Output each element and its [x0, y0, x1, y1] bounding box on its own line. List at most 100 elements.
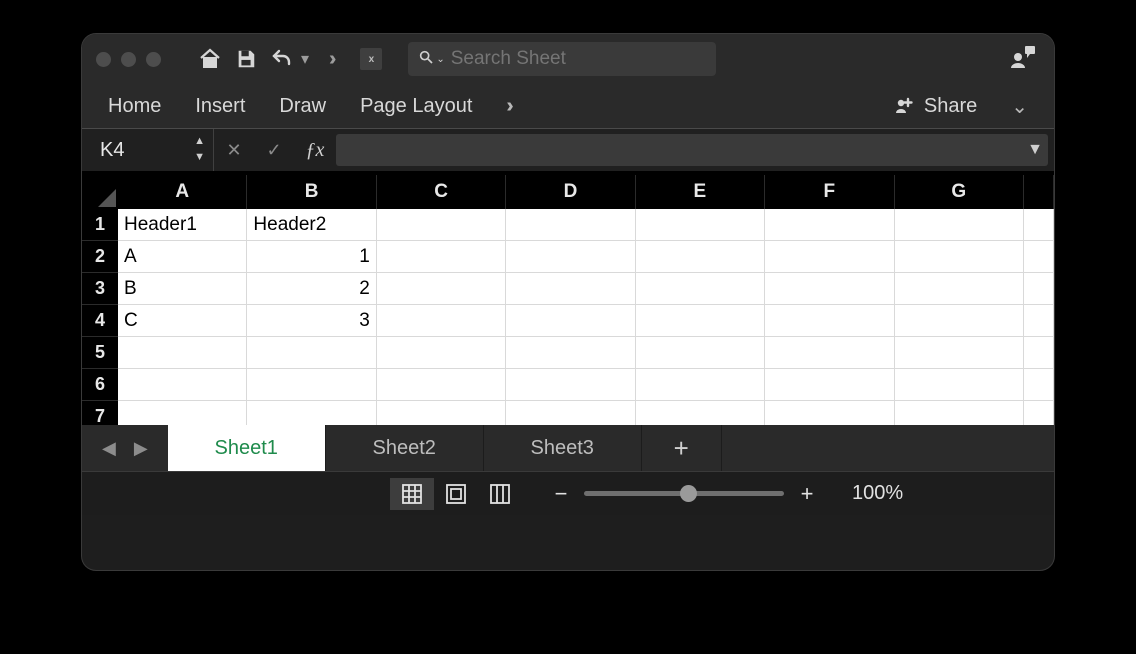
sheet-tab-3[interactable]: Sheet3: [484, 425, 642, 471]
cell-E1[interactable]: [636, 209, 765, 240]
fullscreen-window-button[interactable]: [146, 52, 161, 67]
search-input[interactable]: [451, 48, 707, 70]
cell-G4[interactable]: [895, 305, 1024, 336]
col-header-G[interactable]: G: [895, 175, 1024, 209]
cell-D2[interactable]: [506, 241, 635, 272]
select-all-corner[interactable]: [82, 175, 118, 209]
cell-C4[interactable]: [377, 305, 506, 336]
fx-icon[interactable]: ƒx: [294, 139, 336, 162]
cell-E5[interactable]: [636, 337, 765, 368]
col-header-B[interactable]: B: [247, 175, 376, 209]
zoom-out-button[interactable]: −: [552, 481, 570, 507]
search-scope-caret-icon[interactable]: ⌄: [436, 54, 444, 65]
cell-G5[interactable]: [895, 337, 1024, 368]
cell-F4[interactable]: [765, 305, 894, 336]
undo-icon[interactable]: [267, 44, 297, 74]
sheet-nav-next-icon[interactable]: ▶: [134, 438, 148, 459]
account-icon[interactable]: [1006, 45, 1040, 74]
cell-B5[interactable]: [247, 337, 376, 368]
cell-G6[interactable]: [895, 369, 1024, 400]
cell-F1[interactable]: [765, 209, 894, 240]
cell-F6[interactable]: [765, 369, 894, 400]
view-page-break-icon[interactable]: [478, 478, 522, 510]
col-header-F[interactable]: F: [765, 175, 894, 209]
cell-B6[interactable]: [247, 369, 376, 400]
zoom-percent[interactable]: 100%: [852, 482, 903, 505]
name-box[interactable]: K4 ▲▼: [82, 129, 214, 171]
tab-insert[interactable]: Insert: [195, 95, 245, 118]
cell-E6[interactable]: [636, 369, 765, 400]
undo-dropdown-icon[interactable]: ▾: [301, 49, 309, 69]
cell-A6[interactable]: [118, 369, 247, 400]
cells-area[interactable]: Header1 Header2 A 1 B 2: [118, 209, 1054, 425]
cell-G1[interactable]: [895, 209, 1024, 240]
share-dropdown-icon[interactable]: ⌄: [1011, 94, 1028, 119]
minimize-window-button[interactable]: [121, 52, 136, 67]
cell-overflow[interactable]: [1024, 369, 1054, 400]
cell-D5[interactable]: [506, 337, 635, 368]
cell-F2[interactable]: [765, 241, 894, 272]
row-header-3[interactable]: 3: [82, 273, 118, 305]
tab-page-layout[interactable]: Page Layout: [360, 95, 472, 118]
confirm-formula-icon[interactable]: ✓: [254, 140, 294, 161]
cell-B2[interactable]: 1: [247, 241, 376, 272]
cell-C7[interactable]: [377, 401, 506, 425]
row-header-1[interactable]: 1: [82, 209, 118, 241]
row-header-5[interactable]: 5: [82, 337, 118, 369]
cancel-formula-icon[interactable]: ✕: [214, 140, 254, 161]
row-header-2[interactable]: 2: [82, 241, 118, 273]
cell-A7[interactable]: [118, 401, 247, 425]
close-window-button[interactable]: [96, 52, 111, 67]
cell-A2[interactable]: A: [118, 241, 247, 272]
home-icon[interactable]: [195, 44, 225, 74]
cell-A5[interactable]: [118, 337, 247, 368]
sheet-tab-1[interactable]: Sheet1: [168, 425, 326, 471]
name-box-stepper[interactable]: ▲▼: [194, 133, 205, 165]
cell-A4[interactable]: C: [118, 305, 247, 336]
sheet-tab-2[interactable]: Sheet2: [326, 425, 484, 471]
formula-input[interactable]: [336, 134, 1022, 166]
share-button[interactable]: Share: [894, 94, 977, 119]
tab-home[interactable]: Home: [108, 95, 161, 118]
row-header-4[interactable]: 4: [82, 305, 118, 337]
cell-G3[interactable]: [895, 273, 1024, 304]
cell-D4[interactable]: [506, 305, 635, 336]
col-header-C[interactable]: C: [377, 175, 506, 209]
cell-D6[interactable]: [506, 369, 635, 400]
save-icon[interactable]: [231, 44, 261, 74]
cell-overflow[interactable]: [1024, 273, 1054, 304]
cell-B3[interactable]: 2: [247, 273, 376, 304]
cell-overflow[interactable]: [1024, 241, 1054, 272]
cell-C3[interactable]: [377, 273, 506, 304]
cell-E7[interactable]: [636, 401, 765, 425]
cell-G2[interactable]: [895, 241, 1024, 272]
cell-C1[interactable]: [377, 209, 506, 240]
cell-F7[interactable]: [765, 401, 894, 425]
toolbar-more-icon[interactable]: ››: [329, 48, 330, 71]
cell-B4[interactable]: 3: [247, 305, 376, 336]
expand-formula-bar-icon[interactable]: ▼: [1022, 134, 1048, 166]
col-header-A[interactable]: A: [118, 175, 247, 209]
cell-F3[interactable]: [765, 273, 894, 304]
view-normal-icon[interactable]: [390, 478, 434, 510]
cell-D1[interactable]: [506, 209, 635, 240]
cell-overflow[interactable]: [1024, 337, 1054, 368]
cell-C6[interactable]: [377, 369, 506, 400]
view-page-layout-icon[interactable]: [434, 478, 478, 510]
tab-draw[interactable]: Draw: [279, 95, 326, 118]
cell-E3[interactable]: [636, 273, 765, 304]
col-header-E[interactable]: E: [636, 175, 765, 209]
zoom-slider[interactable]: [584, 491, 784, 496]
zoom-in-button[interactable]: +: [798, 481, 816, 507]
cell-C2[interactable]: [377, 241, 506, 272]
cell-B7[interactable]: [247, 401, 376, 425]
cell-overflow[interactable]: [1024, 209, 1054, 240]
cell-E4[interactable]: [636, 305, 765, 336]
cell-overflow[interactable]: [1024, 305, 1054, 336]
cell-A3[interactable]: B: [118, 273, 247, 304]
row-header-6[interactable]: 6: [82, 369, 118, 401]
add-sheet-button[interactable]: +: [642, 425, 722, 471]
row-header-7[interactable]: 7: [82, 401, 118, 425]
cell-C5[interactable]: [377, 337, 506, 368]
sheet-nav-prev-icon[interactable]: ◀: [102, 438, 116, 459]
